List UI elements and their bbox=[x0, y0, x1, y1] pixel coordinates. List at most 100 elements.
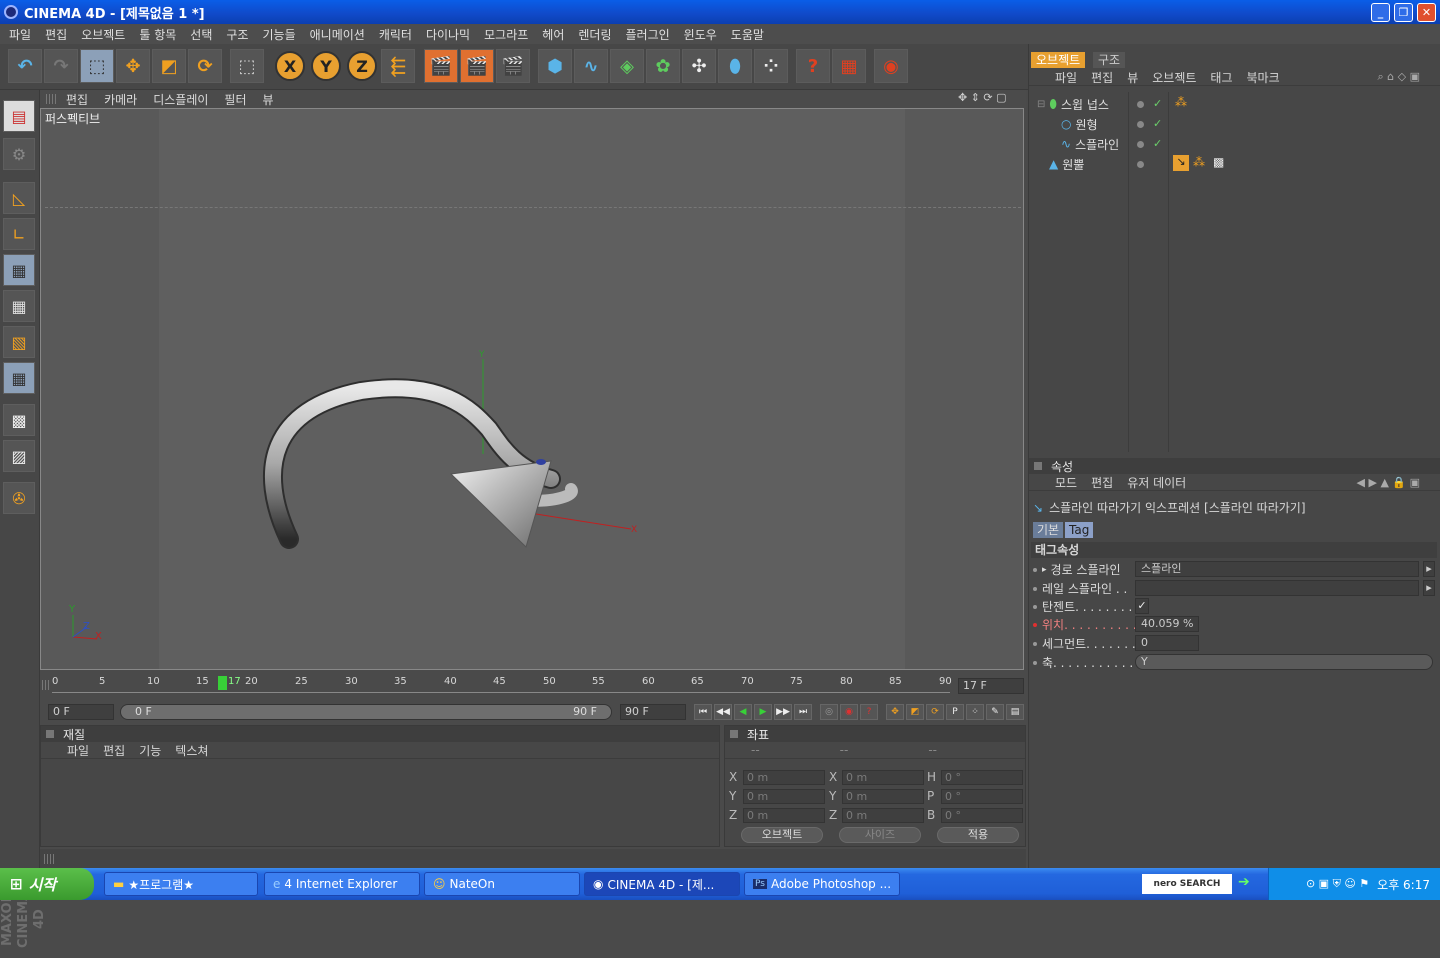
attrmenu-userdata[interactable]: 유저 데이터 bbox=[1127, 474, 1186, 491]
objmenu-edit[interactable]: 편집 bbox=[1091, 69, 1113, 86]
play-forward-icon[interactable]: ▶ bbox=[754, 704, 772, 720]
task-nateon[interactable]: ☺ NateOn bbox=[424, 872, 580, 896]
autokey-icon[interactable]: ◉ bbox=[840, 704, 858, 720]
menu-help[interactable]: 도움말 bbox=[731, 26, 764, 43]
coord-size-dropdown[interactable]: 사이즈 bbox=[839, 827, 921, 843]
scene-object-icon[interactable]: ⬮ bbox=[718, 49, 752, 83]
start-frame-field[interactable]: 0 F bbox=[48, 704, 114, 720]
menu-selection[interactable]: 선택 bbox=[190, 26, 212, 43]
visibility-dot-icon[interactable] bbox=[1137, 121, 1144, 128]
coord-rot-b-field[interactable]: 0 ° bbox=[941, 807, 1023, 823]
viewport-menu-edit[interactable]: 편집 bbox=[66, 91, 88, 108]
timeline-ruler[interactable]: 0 5 10 15 20 25 30 35 40 45 50 55 60 65 … bbox=[52, 676, 952, 696]
texture-axis-icon[interactable]: ▩ bbox=[3, 404, 35, 436]
help-pointer-icon[interactable]: ? bbox=[796, 49, 830, 83]
edges-mode-icon[interactable]: ▦ bbox=[3, 290, 35, 322]
go-to-end-icon[interactable]: ⏭ bbox=[794, 704, 812, 720]
objmenu-file[interactable]: 파일 bbox=[1055, 69, 1077, 86]
timeline-playhead[interactable] bbox=[218, 676, 227, 690]
enabled-check-icon[interactable]: ✓ bbox=[1153, 137, 1162, 150]
timeline-window-icon[interactable]: ▤ bbox=[1006, 704, 1024, 720]
workplane-icon[interactable]: ▨ bbox=[3, 440, 35, 472]
objmenu-view[interactable]: 뷰 bbox=[1127, 69, 1138, 86]
edit-render-icon[interactable]: ⚙ bbox=[3, 138, 35, 170]
particle-object-icon[interactable]: ⁘ bbox=[754, 49, 788, 83]
texture-tag-icon[interactable]: ▩ bbox=[1213, 155, 1224, 169]
coordinate-system-icon[interactable]: ⬱ bbox=[381, 49, 415, 83]
x-axis-lock-icon[interactable]: X bbox=[275, 51, 305, 81]
go-arrow-icon[interactable]: ➔ bbox=[1238, 874, 1250, 890]
segment-field[interactable]: 0 bbox=[1135, 635, 1199, 651]
coord-pos-z-field[interactable]: 0 m bbox=[743, 807, 825, 823]
menu-window[interactable]: 윈도우 bbox=[684, 26, 717, 43]
coord-size-z-field[interactable]: 0 m bbox=[842, 807, 924, 823]
interpolation-icon[interactable]: ✎ bbox=[986, 704, 1004, 720]
tree-item-circle[interactable]: ○ 원형 bbox=[1061, 115, 1098, 133]
timeline[interactable]: 0 5 10 15 20 25 30 35 40 45 50 55 60 65 … bbox=[40, 672, 1026, 700]
menu-structure[interactable]: 구조 bbox=[226, 26, 248, 43]
render-picture-viewer-icon[interactable]: 🎬 bbox=[460, 49, 494, 83]
menu-mograph[interactable]: 모그라프 bbox=[484, 26, 528, 43]
render-settings-icon[interactable]: 🎬 bbox=[496, 49, 530, 83]
material-menu-function[interactable]: 기능 bbox=[139, 742, 161, 759]
current-frame-field[interactable]: 17 F bbox=[958, 678, 1024, 694]
task-internet-explorer[interactable]: e 4 Internet Explorer bbox=[264, 872, 420, 896]
scale-icon[interactable]: ◩ bbox=[152, 49, 186, 83]
enabled-check-icon[interactable]: ✓ bbox=[1153, 97, 1162, 110]
undo-icon[interactable]: ↶ bbox=[8, 49, 42, 83]
task-programs-folder[interactable]: ▬ ★프로그램★ bbox=[104, 872, 258, 896]
attrmenu-mode[interactable]: 모드 bbox=[1055, 474, 1077, 491]
move-icon[interactable]: ✥ bbox=[116, 49, 150, 83]
material-menu-edit[interactable]: 편집 bbox=[103, 742, 125, 759]
viewport-menu-filter[interactable]: 필터 bbox=[224, 91, 246, 108]
deformer-object-icon[interactable]: ✣ bbox=[682, 49, 716, 83]
tray-icons[interactable]: ⊙ ▣ ⛨ ☺ ⚑ bbox=[1306, 877, 1369, 891]
enabled-check-icon[interactable]: ✓ bbox=[1153, 117, 1162, 130]
spline-object-icon[interactable]: ∿ bbox=[574, 49, 608, 83]
visibility-dot-icon[interactable] bbox=[1137, 101, 1144, 108]
menu-tools[interactable]: 툴 항목 bbox=[139, 26, 176, 43]
layout-icon[interactable]: ▤ bbox=[3, 100, 35, 132]
objmenu-nav-icons[interactable]: ⌕ ⌂ ◇ ▣ bbox=[1378, 70, 1421, 84]
objmenu-tags[interactable]: 태그 bbox=[1210, 69, 1232, 86]
viewport-menu-display[interactable]: 디스플레이 bbox=[153, 91, 208, 108]
key-scale-icon[interactable]: ◩ bbox=[906, 704, 924, 720]
y-axis-lock-icon[interactable]: Y bbox=[311, 51, 341, 81]
rail-spline-arrow-icon[interactable]: ▸ bbox=[1423, 580, 1435, 596]
texture-mode-icon[interactable]: ▦ bbox=[3, 362, 35, 394]
cube-object-icon[interactable]: ⬢ bbox=[538, 49, 572, 83]
previous-key-icon[interactable]: ◀◀ bbox=[714, 704, 732, 720]
spline-follow-tag-icon[interactable]: ↘ bbox=[1173, 155, 1189, 171]
range-slider[interactable]: 0 F 90 F bbox=[120, 704, 612, 720]
path-spline-field[interactable]: 스플라인 bbox=[1135, 561, 1419, 577]
task-photoshop[interactable]: Ps Adobe Photoshop ... bbox=[744, 872, 900, 896]
key-rotation-icon[interactable]: ⟳ bbox=[926, 704, 944, 720]
task-cinema4d[interactable]: ◉ CINEMA 4D - [제... bbox=[584, 872, 740, 896]
script-manager-icon[interactable]: ▦ bbox=[832, 49, 866, 83]
animation-tool-icon[interactable]: ✇ bbox=[3, 482, 35, 514]
menu-edit[interactable]: 편집 bbox=[45, 26, 67, 43]
menu-animation[interactable]: 애니메이션 bbox=[310, 26, 365, 43]
key-parameter-icon[interactable]: P bbox=[946, 704, 964, 720]
menu-dynamics[interactable]: 다이나믹 bbox=[426, 26, 470, 43]
polygons-mode-icon[interactable]: ▧ bbox=[3, 326, 35, 358]
viewport-nav-icons[interactable]: ✥ ⇕ ⟳ ▢ bbox=[958, 91, 1007, 104]
tab-structure[interactable]: 구조 bbox=[1093, 52, 1126, 68]
keyframe-selection-icon[interactable]: ? bbox=[860, 704, 878, 720]
end-frame-field[interactable]: 90 F bbox=[620, 704, 686, 720]
nero-search-box[interactable]: nero SEARCH bbox=[1142, 874, 1232, 894]
key-pla-icon[interactable]: ⁘ bbox=[966, 704, 984, 720]
nurbs-object-icon[interactable]: ◈ bbox=[610, 49, 644, 83]
web-icon[interactable]: ◉ bbox=[874, 49, 908, 83]
z-axis-lock-icon[interactable]: Z bbox=[347, 51, 377, 81]
key-position-icon[interactable]: ✥ bbox=[886, 704, 904, 720]
path-spline-arrow-icon[interactable]: ▸ bbox=[1423, 561, 1435, 577]
coord-pos-x-field[interactable]: 0 m bbox=[743, 769, 825, 785]
render-view-icon[interactable]: 🎬 bbox=[424, 49, 458, 83]
coord-size-x-field[interactable]: 0 m bbox=[842, 769, 924, 785]
tab-basic[interactable]: 기본 bbox=[1033, 522, 1064, 538]
visibility-dot-icon[interactable] bbox=[1137, 161, 1144, 168]
attrmenu-edit[interactable]: 편집 bbox=[1091, 474, 1113, 491]
material-menu-texture[interactable]: 텍스쳐 bbox=[175, 742, 208, 759]
coord-pos-y-field[interactable]: 0 m bbox=[743, 788, 825, 804]
